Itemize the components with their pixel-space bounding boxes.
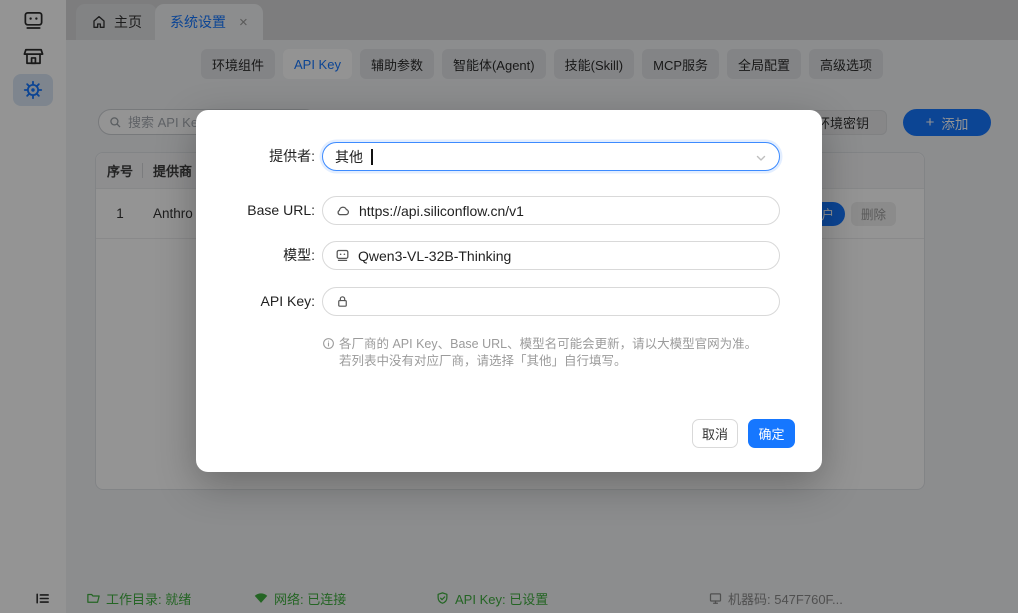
- provider-value: 其他: [335, 147, 363, 167]
- dialog-note: 各厂商的 API Key、Base URL、模型名可能会更新，请以大模型官网为准…: [322, 336, 782, 369]
- text-cursor: [371, 149, 373, 165]
- cancel-button[interactable]: 取消: [692, 419, 738, 448]
- note-line-2: 若列表中没有对应厂商，请选择「其他」自行填写。: [339, 353, 757, 370]
- note-line-1: 各厂商的 API Key、Base URL、模型名可能会更新，请以大模型官网为准…: [339, 336, 757, 353]
- base-url-input[interactable]: https://api.siliconflow.cn/v1: [322, 196, 780, 225]
- api-key-input[interactable]: [322, 287, 780, 316]
- info-icon: [322, 337, 335, 369]
- model-input[interactable]: Qwen3-VL-32B-Thinking: [322, 241, 780, 270]
- app-window: 主页 系统设置 × 环境组件 API Key 辅助参数 智能体(Agent) 技…: [0, 0, 1018, 613]
- lock-icon: [335, 294, 350, 309]
- chevron-down-icon[interactable]: [754, 151, 768, 165]
- api-key-dialog: 提供者: 其他 Base URL: https://api.siliconflo…: [196, 110, 822, 472]
- api-key-label: API Key:: [196, 287, 315, 316]
- provider-label: 提供者:: [196, 142, 315, 171]
- ok-button[interactable]: 确定: [748, 419, 795, 448]
- robot-icon: [335, 248, 350, 263]
- model-value: Qwen3-VL-32B-Thinking: [358, 248, 511, 264]
- base-url-value: https://api.siliconflow.cn/v1: [359, 203, 524, 219]
- model-label: 模型:: [196, 241, 315, 270]
- cloud-icon: [335, 203, 351, 219]
- base-url-label: Base URL:: [196, 196, 315, 225]
- provider-select[interactable]: 其他: [322, 142, 780, 171]
